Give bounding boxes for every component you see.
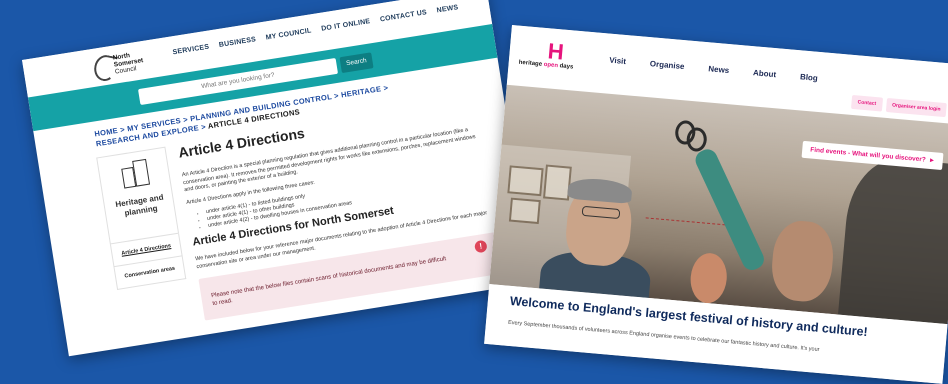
sidebar-card: Heritage and planning <box>96 146 180 245</box>
nav-services[interactable]: SERVICES <box>172 44 210 57</box>
main-content: Article 4 Directions An Article 4 Direct… <box>177 98 502 321</box>
alert-icon: ! <box>473 239 488 254</box>
heritage-open-days-logo[interactable]: H heritage open days <box>518 38 591 76</box>
nav-about[interactable]: About <box>753 68 777 79</box>
nav-contact-us[interactable]: CONTACT US <box>380 9 428 23</box>
utility-links: Contact Organiser area login <box>850 94 948 118</box>
organiser-login-button[interactable]: Organiser area login <box>885 97 948 118</box>
nav-do-it-online[interactable]: DO IT ONLINE <box>321 18 371 33</box>
building-icon <box>120 158 151 189</box>
breadcrumb-heritage[interactable]: HERITAGE <box>340 84 382 99</box>
arrow-right-icon: ► <box>928 156 936 165</box>
nav-news[interactable]: NEWS <box>436 4 459 14</box>
find-events-button[interactable]: Find events - What will you discover? ► <box>801 140 944 171</box>
nav-blog[interactable]: Blog <box>800 72 818 83</box>
search-button[interactable]: Search <box>339 52 374 74</box>
nav-organise[interactable]: Organise <box>650 59 685 71</box>
contact-button[interactable]: Contact <box>850 94 883 112</box>
council-logo[interactable]: North Somerset Council <box>92 48 155 83</box>
nav-visit[interactable]: Visit <box>609 56 626 66</box>
logo-mark-icon: H <box>546 38 565 65</box>
nav-news[interactable]: News <box>708 64 730 75</box>
heritage-open-days-screenshot: H heritage open days Visit Organise News… <box>484 25 948 384</box>
sidebar-title: Heritage and planning <box>114 192 165 218</box>
nav-business[interactable]: BUSINESS <box>218 36 256 49</box>
sidebar: Heritage and planning Article 4 Directio… <box>96 146 187 290</box>
north-somerset-screenshot: North Somerset Council SERVICES BUSINESS… <box>22 0 534 357</box>
hero-image: Find events - What will you discover? ► <box>489 84 948 325</box>
main-nav: Visit Organise News About Blog <box>609 56 818 83</box>
nav-my-council[interactable]: MY COUNCIL <box>265 27 312 41</box>
